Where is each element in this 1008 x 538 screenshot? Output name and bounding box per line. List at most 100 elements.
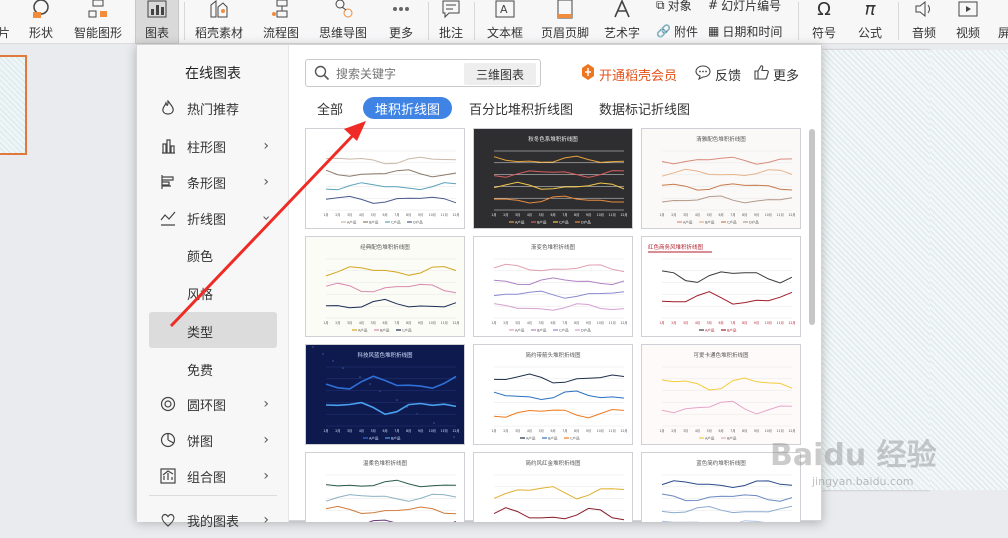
template-card[interactable]: 清雅配色堆积折线图 1月 2月 3月 4月 5月 6月 7月 8月 9月 10月 11月 12月 A产品 B… [641, 128, 801, 229]
legend-entry: D产品 [749, 220, 759, 225]
series-line [493, 263, 625, 273]
sidebar-item-bar[interactable]: 条形图 › [149, 164, 277, 200]
legend-entry: A产品 [369, 436, 379, 441]
ribbon-slide-number-button[interactable]: # 幻灯片编号 [708, 0, 781, 14]
ribbon-wordart-button[interactable]: 艺术字 [600, 0, 644, 44]
template-card[interactable]: 秋冬色系堆积折线图 1月 2月 3月 4月 5月 6月 7月 8月 9月 10月 11月 12月 A产品 B… [473, 128, 633, 229]
legend-entry: C产品 [570, 436, 580, 441]
sidebar-item-hot[interactable]: 热门推荐 [149, 90, 277, 126]
template-card[interactable]: 经典配色堆积折线图 1月 2月 3月 4月 5月 6月 7月 8月 9月 10月 11月 12月 A产品 B… [305, 236, 465, 337]
chart-category-sidebar: 在线图表 热门推荐 柱形图 › 条形图 › 折线图 › 颜色 风格 类型 免费 … [137, 45, 289, 530]
sidebar-item-combo[interactable]: 组合图 › [149, 458, 277, 494]
x-tick-label: 6月 [382, 429, 387, 433]
x-tick-label: 4月 [359, 429, 364, 433]
object-icon: ⧉ [656, 0, 665, 12]
x-tick-label: 3月 [683, 213, 688, 217]
x-tick-label: 1月 [659, 213, 664, 217]
vip-link[interactable]: 开通稻壳会员 [581, 64, 677, 84]
ribbon-picture-button[interactable]: 片 [0, 0, 14, 44]
x-tick-label: 1月 [491, 321, 496, 325]
slide-thumbnail[interactable] [0, 55, 27, 155]
ribbon-mindmap-button[interactable]: 思维导图 [315, 0, 371, 44]
ribbon-shape-button[interactable]: 形状 [22, 0, 60, 44]
x-tick-label: 8月 [574, 429, 579, 433]
sidebar-sub-type[interactable]: 类型 [187, 322, 213, 341]
template-title: 清雅配色堆积折线图 [696, 135, 746, 143]
feedback-link[interactable]: 反馈 [695, 64, 741, 84]
ribbon-video-button[interactable]: 视频 [950, 0, 986, 44]
ribbon-docer-material-button[interactable]: 稻壳素材 [192, 0, 246, 44]
sidebar-item-my-charts[interactable]: 我的图表 › [149, 502, 277, 538]
template-card[interactable]: 红色商务风堆积折线图 1月 2月 3月 4月 5月 6月 7月 8月 9月 10月 11月 12月 A产品… [641, 236, 801, 337]
sidebar-item-column[interactable]: 柱形图 › [149, 128, 277, 164]
ribbon-audio-button[interactable]: 音频 [906, 0, 942, 44]
textbox-icon: A [493, 0, 517, 20]
legend-entry: A产品 [526, 436, 536, 441]
template-card[interactable]: 温柔色堆积折线图1月2月3月4月5月6月7月8月9月10月11月12月A产品B产… [305, 452, 465, 522]
svg-text:A: A [500, 3, 508, 16]
wordart-icon [610, 0, 634, 20]
ribbon-object-button[interactable]: ⧉ 对象 [656, 0, 692, 14]
x-tick-label: 12月 [620, 321, 627, 325]
ribbon-smartart-button[interactable]: 智能图形 [68, 0, 128, 44]
tab-all[interactable]: 全部 [317, 97, 343, 119]
x-tick-label: 7月 [730, 321, 735, 325]
series-line [325, 195, 457, 204]
x-tick-label: 12月 [452, 321, 459, 325]
ribbon-chart-button[interactable]: 图表 [135, 0, 179, 44]
x-tick-label: 6月 [382, 213, 387, 217]
scrollbar[interactable] [809, 129, 815, 325]
bar-chart-icon [159, 173, 177, 191]
x-tick-label: 3月 [347, 321, 352, 325]
search-input[interactable] [336, 64, 456, 84]
template-card[interactable]: 渐变色堆积折线图 1月 2月 3月 4月 5月 6月 7月 8月 9月 10月 11月 12月 A产品 B产… [473, 236, 633, 337]
tab-marker-line[interactable]: 数据标记折线图 [599, 97, 690, 119]
x-tick-label: 8月 [742, 429, 747, 433]
x-tick-label: 8月 [574, 213, 579, 217]
ribbon-textbox-button[interactable]: A 文本框 [482, 0, 528, 44]
x-tick-label: 1月 [323, 321, 328, 325]
ribbon-more-button[interactable]: 更多 [383, 0, 419, 44]
ribbon-comment-button[interactable]: 批注 [436, 0, 466, 44]
ribbon-datetime-button[interactable]: ▦ 日期和时间 [708, 22, 782, 40]
x-tick-label: 5月 [539, 213, 544, 217]
sidebar-sub-free[interactable]: 免费 [187, 360, 213, 379]
sidebar-item-line[interactable]: 折线图 › [149, 200, 277, 236]
sidebar-item-donut[interactable]: 圆环图 › [149, 386, 277, 422]
legend-entry: B产品 [369, 220, 379, 225]
sidebar-sub-color[interactable]: 颜色 [187, 246, 213, 265]
tab-stacked-line[interactable]: 堆积折线图 [363, 97, 453, 119]
x-tick-label: 12月 [620, 213, 627, 217]
sidebar-sub-style[interactable]: 风格 [187, 284, 213, 303]
x-tick-label: 8月 [406, 213, 411, 217]
3d-chart-button[interactable]: 三维图表 [464, 63, 536, 85]
series-line [368, 519, 457, 522]
ribbon-header-footer-button[interactable]: 页眉页脚 [540, 0, 590, 44]
header-footer-icon [553, 0, 577, 20]
template-card[interactable]: 1月 2月 3月 4月 5月 6月 7月 8月 9月 10月 11月 12月 A产品 B产品 C产品 D产品 [305, 128, 465, 229]
ribbon-attachment-button[interactable]: 🔗 附件 [656, 22, 698, 40]
template-card[interactable]: 简约带箭头堆积折线图 1月 2月 3月 4月 5月 6月 7月 8月 9月 10月 11月 12月 A产品… [473, 344, 633, 445]
sidebar-title: 在线图表 [185, 66, 241, 82]
search-icon[interactable] [314, 65, 330, 84]
series-line [493, 290, 625, 299]
series-line [661, 480, 793, 489]
x-tick-label: 10月 [429, 321, 436, 325]
x-tick-label: 10月 [429, 213, 436, 217]
more-link[interactable]: 更多 [753, 64, 799, 84]
legend-entry: C产品 [727, 220, 737, 225]
x-tick-label: 6月 [550, 429, 555, 433]
ribbon-screen-button[interactable]: 屏 [994, 0, 1008, 44]
template-card[interactable]: 简约风红金堆积折线图1月2月3月4月5月6月7月8月9月10月11月12月A产品… [473, 452, 633, 522]
series-line [661, 291, 793, 305]
donut-chart-icon [159, 395, 177, 413]
tab-percent-stacked-line[interactable]: 百分比堆积折线图 [469, 97, 573, 119]
x-tick-label: 12月 [452, 213, 459, 217]
series-line [325, 375, 457, 390]
ribbon-symbol-button[interactable]: Ω 符号 [806, 0, 842, 44]
sidebar-item-pie[interactable]: 饼图 › [149, 422, 277, 458]
ribbon-flowchart-button[interactable]: 流程图 [256, 0, 306, 44]
ribbon-formula-button[interactable]: π 公式 [850, 0, 890, 44]
template-card[interactable]: 科技风蓝色堆积折线图 1月 2月 3月 4月 5月 6月 7月 8月 9月 10月 11月 12月 A产品… [305, 344, 465, 445]
series-line [494, 195, 624, 204]
